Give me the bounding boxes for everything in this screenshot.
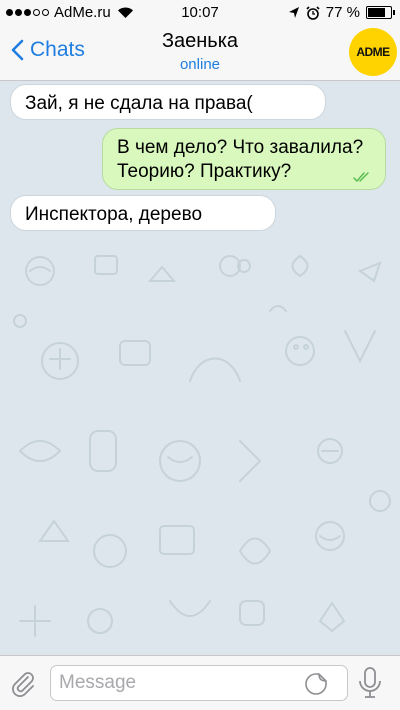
message-input-bar bbox=[0, 655, 400, 710]
microphone-icon[interactable] bbox=[356, 666, 384, 700]
status-right: 77 % bbox=[288, 4, 395, 21]
contact-status: online bbox=[179, 56, 221, 73]
message-list[interactable]: Зай, я не сдала на права( В чем дело? Чт… bbox=[0, 81, 400, 655]
location-arrow-icon bbox=[288, 7, 299, 18]
battery-icon bbox=[366, 6, 395, 19]
battery-percent: 77 % bbox=[325, 4, 360, 21]
avatar-text: ADME bbox=[356, 45, 390, 59]
message-outgoing[interactable]: В чем дело? Что завалила? Теорию? Практи… bbox=[102, 128, 386, 190]
message-text-line: Теорию? Практику? bbox=[117, 161, 292, 182]
message-input[interactable] bbox=[50, 665, 348, 701]
message-incoming[interactable]: Инспектора, дерево bbox=[10, 195, 276, 231]
message-incoming[interactable]: Зай, я не сдала на права( bbox=[10, 84, 326, 120]
telegram-chat-screen: AdMe.ru 10:07 77 % Chats Заенька online … bbox=[0, 0, 400, 710]
alarm-clock-icon bbox=[306, 5, 320, 20]
contact-name[interactable]: Заенька bbox=[0, 30, 400, 53]
sticker-icon[interactable] bbox=[305, 673, 327, 695]
message-text-line: В чем дело? Что завалила? bbox=[117, 137, 364, 158]
battery-fill bbox=[368, 8, 385, 17]
message-text: Инспектора, дерево bbox=[25, 204, 203, 225]
message-text: Зай, я не сдала на права( bbox=[25, 93, 253, 114]
paperclip-icon[interactable] bbox=[8, 668, 38, 698]
avatar[interactable]: ADME bbox=[349, 28, 397, 76]
status-bar: AdMe.ru 10:07 77 % bbox=[0, 0, 400, 24]
chat-header: Chats Заенька online ADME bbox=[0, 24, 400, 81]
read-checkmarks-icon bbox=[353, 172, 369, 183]
